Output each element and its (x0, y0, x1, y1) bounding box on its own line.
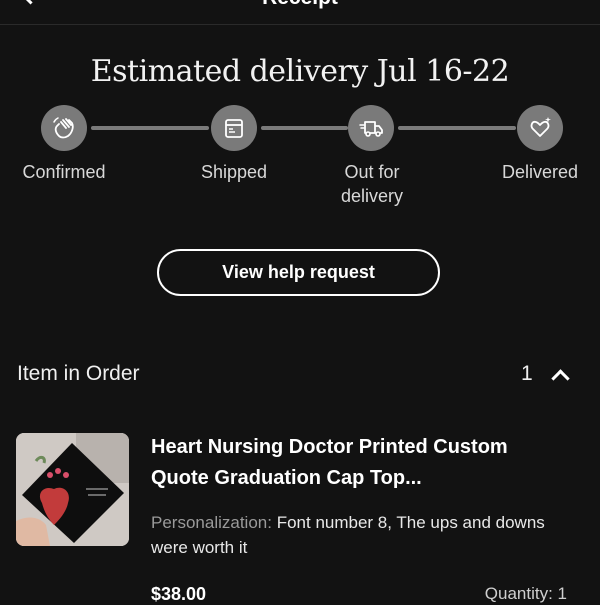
estimated-delivery-heading: Estimated delivery Jul 16-22 (90, 54, 510, 89)
waving-hand-icon (53, 117, 74, 139)
item-in-order-heading: Item in Order (17, 362, 140, 385)
page-title: Receipt (0, 0, 600, 10)
product-title[interactable]: Heart Nursing Doctor Printed Custom Quot… (151, 432, 571, 494)
item-price: $38.00 (151, 584, 207, 604)
package-icon (225, 119, 243, 138)
item-quantity: Quantity: 1 (484, 584, 567, 603)
step-label-delivered: Delivered (501, 162, 579, 182)
step-confirmed-circle (41, 105, 87, 151)
step-label-confirmed: Confirmed (22, 162, 106, 182)
view-help-request-button[interactable]: View help request (157, 249, 440, 296)
heart-sparkle-icon (530, 117, 551, 137)
chevron-up-icon[interactable] (551, 369, 570, 388)
step-shipped-circle (211, 105, 257, 151)
step-label-out-for-delivery: Out for delivery (340, 162, 404, 206)
header-bar: Receipt (0, 0, 600, 25)
delivery-truck-icon (359, 121, 383, 137)
product-thumbnail[interactable] (16, 433, 129, 546)
personalization-text: Personalization: Font number 8, The ups … (151, 510, 571, 560)
personalization-label: Personalization: (151, 513, 272, 532)
step-out-for-delivery-circle (348, 105, 394, 151)
step-delivered-circle (517, 105, 563, 151)
progress-track-segment-3 (398, 126, 516, 130)
item-count: 1 (521, 362, 533, 385)
step-label-shipped: Shipped (200, 162, 268, 182)
progress-track-segment-2 (261, 126, 348, 130)
progress-track-segment-1 (91, 126, 209, 130)
